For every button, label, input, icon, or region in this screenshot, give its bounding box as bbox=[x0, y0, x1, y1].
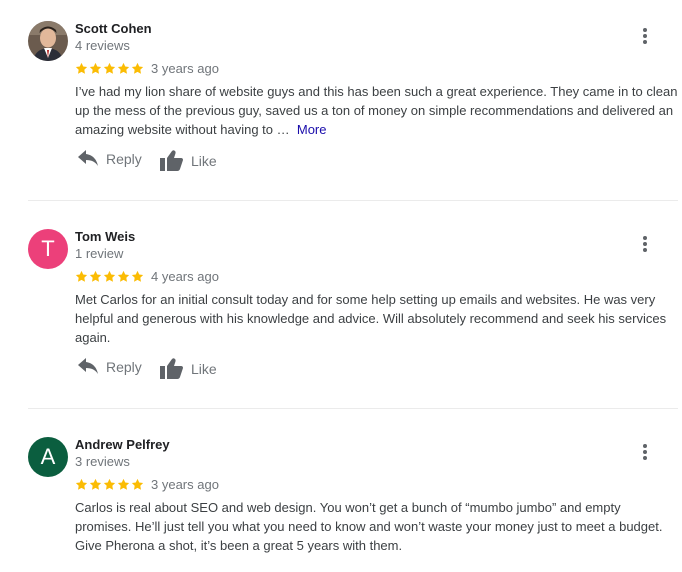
more-vertical-icon bbox=[643, 444, 647, 460]
reviewer-name[interactable]: Tom Weis bbox=[75, 229, 135, 244]
more-options-button[interactable] bbox=[636, 233, 654, 255]
reviewer-review-count[interactable]: 1 review bbox=[75, 246, 123, 261]
review-date: 3 years ago bbox=[151, 477, 219, 492]
reply-arrow-icon bbox=[78, 150, 98, 166]
avatar-letter: A bbox=[40, 444, 56, 469]
thumbs-up-icon bbox=[160, 358, 183, 379]
avatar[interactable] bbox=[28, 21, 68, 61]
review-date: 4 years ago bbox=[151, 269, 219, 284]
star-icon bbox=[131, 270, 144, 282]
review-text-body: I’ve had my lion share of website guys a… bbox=[75, 84, 678, 137]
avatar[interactable]: T bbox=[28, 229, 68, 269]
avatar-photo-icon bbox=[28, 21, 68, 61]
star-icon bbox=[75, 478, 88, 490]
review-text: I’ve had my lion share of website guys a… bbox=[75, 82, 680, 139]
review-date: 3 years ago bbox=[151, 61, 219, 76]
reply-arrow-icon bbox=[78, 358, 98, 374]
more-options-button[interactable] bbox=[636, 441, 654, 463]
star-rating bbox=[75, 62, 144, 75]
star-rating bbox=[75, 270, 144, 283]
more-vertical-icon bbox=[643, 28, 647, 44]
star-icon bbox=[89, 270, 102, 282]
avatar-letter: T bbox=[41, 236, 55, 261]
star-icon bbox=[75, 62, 88, 74]
reviewer-name[interactable]: Scott Cohen bbox=[75, 21, 152, 36]
review-card: T Tom Weis 1 review 4 years ago Met Carl… bbox=[0, 208, 682, 408]
more-vertical-icon bbox=[643, 236, 647, 252]
star-icon bbox=[75, 270, 88, 282]
star-icon bbox=[103, 478, 116, 490]
reply-label: Reply bbox=[106, 151, 142, 167]
reply-button[interactable]: Reply bbox=[78, 150, 142, 168]
more-link[interactable]: More bbox=[297, 122, 327, 137]
star-icon bbox=[103, 62, 116, 74]
star-icon bbox=[89, 478, 102, 490]
like-label: Like bbox=[191, 152, 217, 169]
review-card: Scott Cohen 4 reviews 3 years ago I’ve h… bbox=[0, 0, 682, 200]
divider bbox=[28, 200, 678, 201]
review-card: A Andrew Pelfrey 3 reviews 3 years ago C… bbox=[0, 416, 682, 572]
star-icon bbox=[117, 270, 130, 282]
more-options-button[interactable] bbox=[636, 25, 654, 47]
reply-label: Reply bbox=[106, 359, 142, 375]
reply-button[interactable]: Reply bbox=[78, 358, 142, 376]
review-text: Met Carlos for an initial consult today … bbox=[75, 292, 667, 345]
thumbs-up-icon bbox=[160, 150, 183, 171]
reviewer-name[interactable]: Andrew Pelfrey bbox=[75, 437, 170, 452]
like-button[interactable]: Like bbox=[160, 150, 217, 171]
like-button[interactable]: Like bbox=[160, 358, 217, 379]
reviewer-review-count[interactable]: 4 reviews bbox=[75, 38, 130, 53]
reviewer-review-count[interactable]: 3 reviews bbox=[75, 454, 130, 469]
star-icon bbox=[117, 478, 130, 490]
divider bbox=[28, 408, 678, 409]
like-label: Like bbox=[191, 360, 217, 377]
star-icon bbox=[117, 62, 130, 74]
avatar[interactable]: A bbox=[28, 437, 68, 477]
star-icon bbox=[131, 62, 144, 74]
review-text: Carlos is real about SEO and web design.… bbox=[75, 500, 663, 553]
star-rating bbox=[75, 478, 144, 491]
star-icon bbox=[103, 270, 116, 282]
star-icon bbox=[131, 478, 144, 490]
star-icon bbox=[89, 62, 102, 74]
